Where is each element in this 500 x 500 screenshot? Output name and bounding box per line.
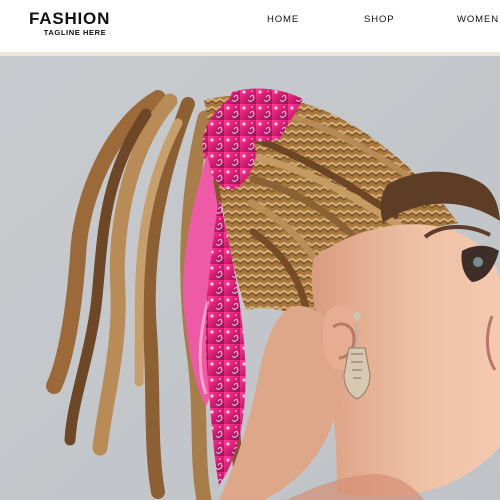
hero-image (0, 56, 500, 500)
nav-link-women[interactable]: WOMEN (457, 14, 499, 26)
nav-link-shop[interactable]: SHOP (364, 14, 395, 26)
site-header: FASHION TAGLINE HERE HOME SHOP WOMEN (0, 0, 500, 52)
nav-link-home[interactable]: HOME (267, 14, 299, 26)
hero-section (0, 56, 500, 500)
site-logo[interactable]: FASHION TAGLINE HERE (29, 9, 125, 38)
header-divider (0, 52, 500, 56)
brand-name: FASHION (29, 9, 111, 28)
fashion-landing-page: FASHION TAGLINE HERE HOME SHOP WOMEN (0, 0, 500, 500)
brand-tagline: TAGLINE HERE (43, 28, 107, 37)
